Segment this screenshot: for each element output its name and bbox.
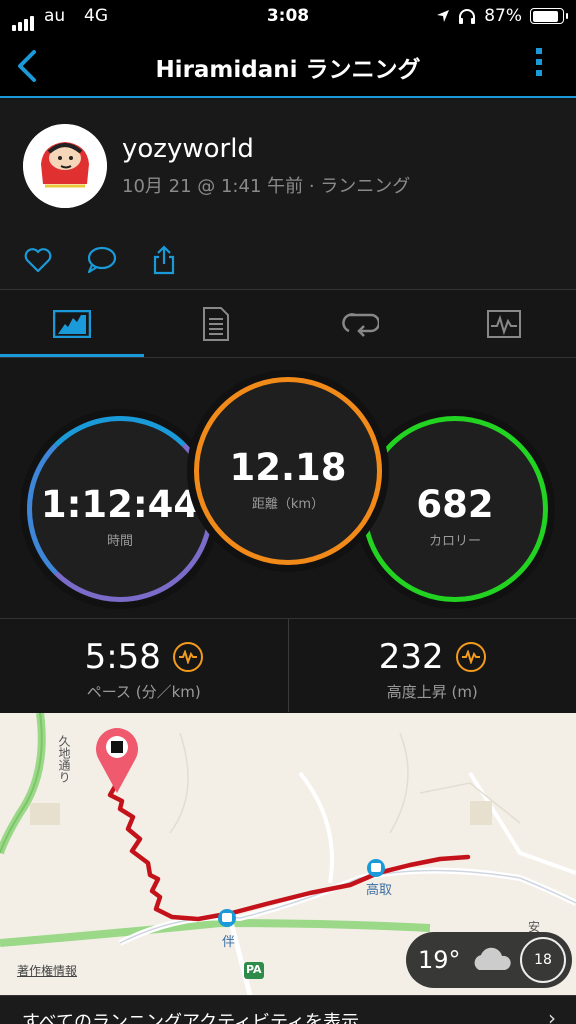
map-label-station-tomo: 伴 — [222, 935, 236, 950]
battery-icon — [530, 8, 568, 24]
cloud-icon — [474, 947, 511, 970]
elevation-label: 高度上昇 (m) — [386, 683, 478, 701]
station-icon — [218, 909, 236, 927]
map-label-station-takatori: 高取 — [366, 883, 393, 898]
overview-icon — [53, 309, 91, 338]
headphones-icon — [459, 9, 476, 24]
map-label-road: 久地通り — [57, 735, 71, 783]
chevron-right-icon: › — [548, 1006, 556, 1024]
summary-rings: 1:12:44 時間 682 カロリー 12.18 距離（km） — [0, 358, 576, 618]
aqi-value: 18 — [534, 952, 552, 968]
calories-ring: 682 カロリー — [362, 416, 548, 602]
station-icon — [367, 859, 385, 877]
calories-label: カロリー — [428, 534, 481, 549]
aqi-dial: 18 — [520, 937, 566, 983]
distance-label: 距離（km） — [251, 497, 325, 512]
time-value: 1:12:44 — [40, 483, 200, 526]
battery-percent: 87% — [484, 6, 522, 26]
stats-row: 5:58 ペース (分／km) 232 高度上昇 (m) — [0, 618, 576, 712]
finish-pin-icon[interactable] — [96, 728, 138, 793]
page-title: Hiramidani ランニング — [155, 57, 421, 83]
tab-charts[interactable] — [432, 290, 576, 357]
pace-label: ペース (分／km) — [86, 683, 201, 701]
calories-value: 682 — [416, 483, 494, 526]
tab-overview[interactable] — [0, 290, 144, 357]
activity-tabs — [0, 290, 576, 358]
pace-stat[interactable]: 5:58 ペース (分／km) — [0, 619, 288, 712]
location-icon — [437, 10, 450, 22]
activity-header: yozyworld 10月 21 @ 1:41 午前 · ランニング — [0, 100, 576, 290]
charts-icon — [487, 309, 521, 338]
footer-link[interactable]: すべてのランニングアクティビティを表示 › — [0, 995, 576, 1024]
weather-temp: 19° — [418, 946, 461, 974]
share-icon[interactable] — [148, 244, 180, 276]
tab-laps[interactable] — [288, 290, 432, 357]
weather-badge[interactable]: 19° 18 — [406, 932, 572, 988]
elevation-stat[interactable]: 232 高度上昇 (m) — [287, 619, 576, 712]
more-vertical-icon[interactable] — [536, 48, 542, 81]
pace-value: 5:58 — [84, 637, 161, 677]
footer-text: すべてのランニングアクティビティを表示 — [22, 1012, 359, 1024]
time-label: 時間 — [106, 534, 133, 549]
heart-icon[interactable] — [22, 244, 54, 276]
comment-icon[interactable] — [84, 244, 118, 276]
details-icon — [203, 306, 229, 341]
activity-subtitle: 10月 21 @ 1:41 午前 · ランニング — [122, 176, 411, 197]
distance-ring: 12.18 距離（km） — [194, 377, 382, 565]
avatar[interactable] — [23, 124, 107, 208]
map-copyright-link[interactable]: 著作権情報 — [17, 962, 77, 979]
laps-icon — [342, 312, 379, 337]
route-line — [107, 780, 471, 922]
status-bar: au 4G 3:08 87% — [0, 0, 576, 34]
tab-details[interactable] — [144, 290, 288, 357]
username[interactable]: yozyworld — [122, 134, 254, 164]
pace-chart-icon — [172, 642, 203, 672]
elevation-value: 232 — [378, 637, 444, 677]
distance-value: 12.18 — [229, 446, 347, 489]
time-ring: 1:12:44 時間 — [27, 416, 213, 602]
elevation-chart-icon — [455, 642, 486, 672]
map-label-pa: PA — [246, 963, 262, 976]
nav-bar: Hiramidani ランニング — [0, 34, 576, 98]
